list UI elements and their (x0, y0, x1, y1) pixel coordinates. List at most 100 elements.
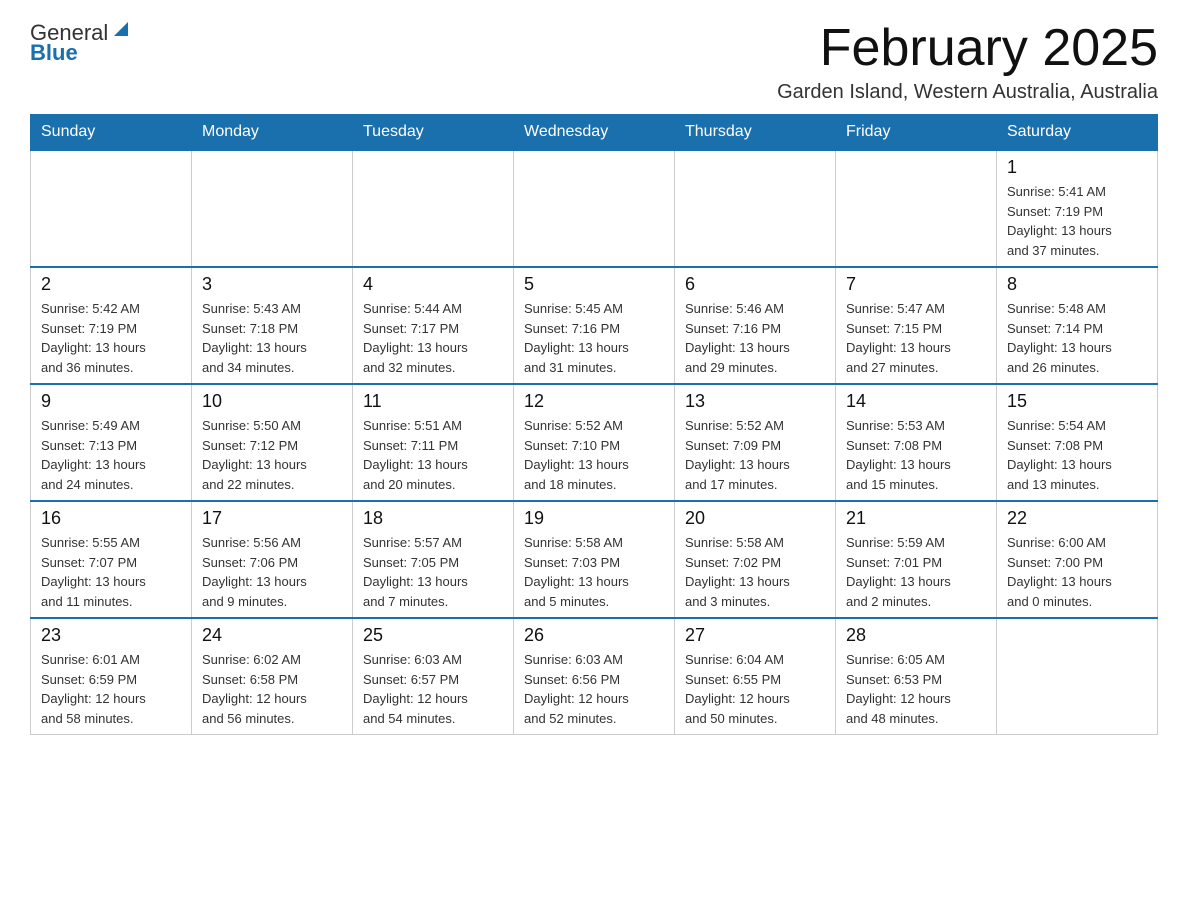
day-number: 16 (41, 508, 181, 529)
calendar-cell (192, 150, 353, 267)
calendar-cell: 3 Sunrise: 5:43 AMSunset: 7:18 PMDaylight… (192, 267, 353, 384)
day-number: 1 (1007, 157, 1147, 178)
day-number: 8 (1007, 274, 1147, 295)
calendar-cell: 14 Sunrise: 5:53 AMSunset: 7:08 PMDayligh… (836, 384, 997, 501)
day-number: 22 (1007, 508, 1147, 529)
day-number: 28 (846, 625, 986, 646)
day-number: 7 (846, 274, 986, 295)
day-number: 2 (41, 274, 181, 295)
day-info: Sunrise: 5:48 AMSunset: 7:14 PMDaylight:… (1007, 299, 1147, 377)
calendar-cell: 4Sunrise: 5:44 AMSunset: 7:17 PMDaylight… (353, 267, 514, 384)
day-info: Sunrise: 6:03 AMSunset: 6:57 PMDaylight:… (363, 650, 503, 728)
calendar-cell: 12 Sunrise: 5:52 AMSunset: 7:10 PMDayligh… (514, 384, 675, 501)
day-info: Sunrise: 5:51 AMSunset: 7:11 PMDaylight:… (363, 416, 503, 494)
day-number: 24 (202, 625, 342, 646)
calendar-week-row: 1 Sunrise: 5:41 AMSunset: 7:19 PMDaylight… (31, 150, 1158, 267)
day-info: Sunrise: 5:58 AMSunset: 7:03 PMDaylight:… (524, 533, 664, 611)
day-number: 9 (41, 391, 181, 412)
logo-triangle-icon (110, 18, 132, 40)
calendar-cell: 19 Sunrise: 5:58 AMSunset: 7:03 PMDayligh… (514, 501, 675, 618)
day-info: Sunrise: 5:41 AMSunset: 7:19 PMDaylight:… (1007, 182, 1147, 260)
calendar-cell: 15 Sunrise: 5:54 AMSunset: 7:08 PMDayligh… (997, 384, 1158, 501)
calendar-week-row: 16Sunrise: 5:55 AMSunset: 7:07 PMDayligh… (31, 501, 1158, 618)
logo: General Blue (30, 20, 132, 66)
calendar-cell: 2 Sunrise: 5:42 AMSunset: 7:19 PMDaylight… (31, 267, 192, 384)
day-number: 3 (202, 274, 342, 295)
day-info: Sunrise: 5:45 AMSunset: 7:16 PMDaylight:… (524, 299, 664, 377)
weekday-header-wednesday: Wednesday (514, 115, 675, 151)
day-number: 17 (202, 508, 342, 529)
day-number: 23 (41, 625, 181, 646)
calendar-cell: 22 Sunrise: 6:00 AMSunset: 7:00 PMDayligh… (997, 501, 1158, 618)
day-number: 21 (846, 508, 986, 529)
calendar-cell (514, 150, 675, 267)
day-number: 25 (363, 625, 503, 646)
day-info: Sunrise: 5:54 AMSunset: 7:08 PMDaylight:… (1007, 416, 1147, 494)
calendar-cell (836, 150, 997, 267)
day-info: Sunrise: 6:04 AMSunset: 6:55 PMDaylight:… (685, 650, 825, 728)
day-info: Sunrise: 5:52 AMSunset: 7:09 PMDaylight:… (685, 416, 825, 494)
calendar-cell: 28 Sunrise: 6:05 AMSunset: 6:53 PMDayligh… (836, 618, 997, 735)
day-number: 20 (685, 508, 825, 529)
day-number: 27 (685, 625, 825, 646)
calendar-week-row: 2 Sunrise: 5:42 AMSunset: 7:19 PMDaylight… (31, 267, 1158, 384)
calendar-cell: 25 Sunrise: 6:03 AMSunset: 6:57 PMDayligh… (353, 618, 514, 735)
calendar-cell: 7Sunrise: 5:47 AMSunset: 7:15 PMDaylight… (836, 267, 997, 384)
calendar-cell: 18Sunrise: 5:57 AMSunset: 7:05 PMDayligh… (353, 501, 514, 618)
day-number: 15 (1007, 391, 1147, 412)
calendar-week-row: 23 Sunrise: 6:01 AMSunset: 6:59 PMDayligh… (31, 618, 1158, 735)
weekday-header-friday: Friday (836, 115, 997, 151)
day-number: 19 (524, 508, 664, 529)
calendar-cell: 26 Sunrise: 6:03 AMSunset: 6:56 PMDayligh… (514, 618, 675, 735)
calendar-cell: 24 Sunrise: 6:02 AMSunset: 6:58 PMDayligh… (192, 618, 353, 735)
calendar-cell: 21 Sunrise: 5:59 AMSunset: 7:01 PMDayligh… (836, 501, 997, 618)
calendar-cell: 9 Sunrise: 5:49 AMSunset: 7:13 PMDaylight… (31, 384, 192, 501)
calendar-cell: 20 Sunrise: 5:58 AMSunset: 7:02 PMDayligh… (675, 501, 836, 618)
day-number: 10 (202, 391, 342, 412)
calendar-cell (353, 150, 514, 267)
page-header: General Blue February 2025 Garden Island… (30, 20, 1158, 104)
calendar-cell: 17Sunrise: 5:56 AMSunset: 7:06 PMDayligh… (192, 501, 353, 618)
logo-blue-text: Blue (30, 40, 78, 66)
day-info: Sunrise: 6:02 AMSunset: 6:58 PMDaylight:… (202, 650, 342, 728)
weekday-header-saturday: Saturday (997, 115, 1158, 151)
day-number: 12 (524, 391, 664, 412)
calendar-cell: 8 Sunrise: 5:48 AMSunset: 7:14 PMDaylight… (997, 267, 1158, 384)
day-info: Sunrise: 5:46 AMSunset: 7:16 PMDaylight:… (685, 299, 825, 377)
calendar-cell: 10Sunrise: 5:50 AMSunset: 7:12 PMDayligh… (192, 384, 353, 501)
calendar-cell: 6 Sunrise: 5:46 AMSunset: 7:16 PMDaylight… (675, 267, 836, 384)
calendar-cell: 16Sunrise: 5:55 AMSunset: 7:07 PMDayligh… (31, 501, 192, 618)
day-info: Sunrise: 6:01 AMSunset: 6:59 PMDaylight:… (41, 650, 181, 728)
calendar-cell: 11 Sunrise: 5:51 AMSunset: 7:11 PMDayligh… (353, 384, 514, 501)
weekday-header-tuesday: Tuesday (353, 115, 514, 151)
day-number: 11 (363, 391, 503, 412)
calendar-cell (997, 618, 1158, 735)
day-info: Sunrise: 6:00 AMSunset: 7:00 PMDaylight:… (1007, 533, 1147, 611)
calendar-header-row: SundayMondayTuesdayWednesdayThursdayFrid… (31, 115, 1158, 151)
day-info: Sunrise: 5:43 AMSunset: 7:18 PMDaylight:… (202, 299, 342, 377)
day-number: 5 (524, 274, 664, 295)
day-info: Sunrise: 5:59 AMSunset: 7:01 PMDaylight:… (846, 533, 986, 611)
day-info: Sunrise: 5:49 AMSunset: 7:13 PMDaylight:… (41, 416, 181, 494)
day-number: 26 (524, 625, 664, 646)
day-info: Sunrise: 6:03 AMSunset: 6:56 PMDaylight:… (524, 650, 664, 728)
calendar-cell (31, 150, 192, 267)
calendar-cell: 1 Sunrise: 5:41 AMSunset: 7:19 PMDaylight… (997, 150, 1158, 267)
day-number: 6 (685, 274, 825, 295)
weekday-header-monday: Monday (192, 115, 353, 151)
day-number: 14 (846, 391, 986, 412)
day-info: Sunrise: 6:05 AMSunset: 6:53 PMDaylight:… (846, 650, 986, 728)
calendar-table: SundayMondayTuesdayWednesdayThursdayFrid… (30, 114, 1158, 735)
day-info: Sunrise: 5:44 AMSunset: 7:17 PMDaylight:… (363, 299, 503, 377)
weekday-header-thursday: Thursday (675, 115, 836, 151)
day-info: Sunrise: 5:58 AMSunset: 7:02 PMDaylight:… (685, 533, 825, 611)
page-subtitle: Garden Island, Western Australia, Austra… (777, 81, 1158, 104)
calendar-cell: 27 Sunrise: 6:04 AMSunset: 6:55 PMDayligh… (675, 618, 836, 735)
weekday-header-sunday: Sunday (31, 115, 192, 151)
day-info: Sunrise: 5:53 AMSunset: 7:08 PMDaylight:… (846, 416, 986, 494)
calendar-cell: 23 Sunrise: 6:01 AMSunset: 6:59 PMDayligh… (31, 618, 192, 735)
calendar-cell (675, 150, 836, 267)
day-info: Sunrise: 5:52 AMSunset: 7:10 PMDaylight:… (524, 416, 664, 494)
day-info: Sunrise: 5:42 AMSunset: 7:19 PMDaylight:… (41, 299, 181, 377)
calendar-cell: 13Sunrise: 5:52 AMSunset: 7:09 PMDayligh… (675, 384, 836, 501)
